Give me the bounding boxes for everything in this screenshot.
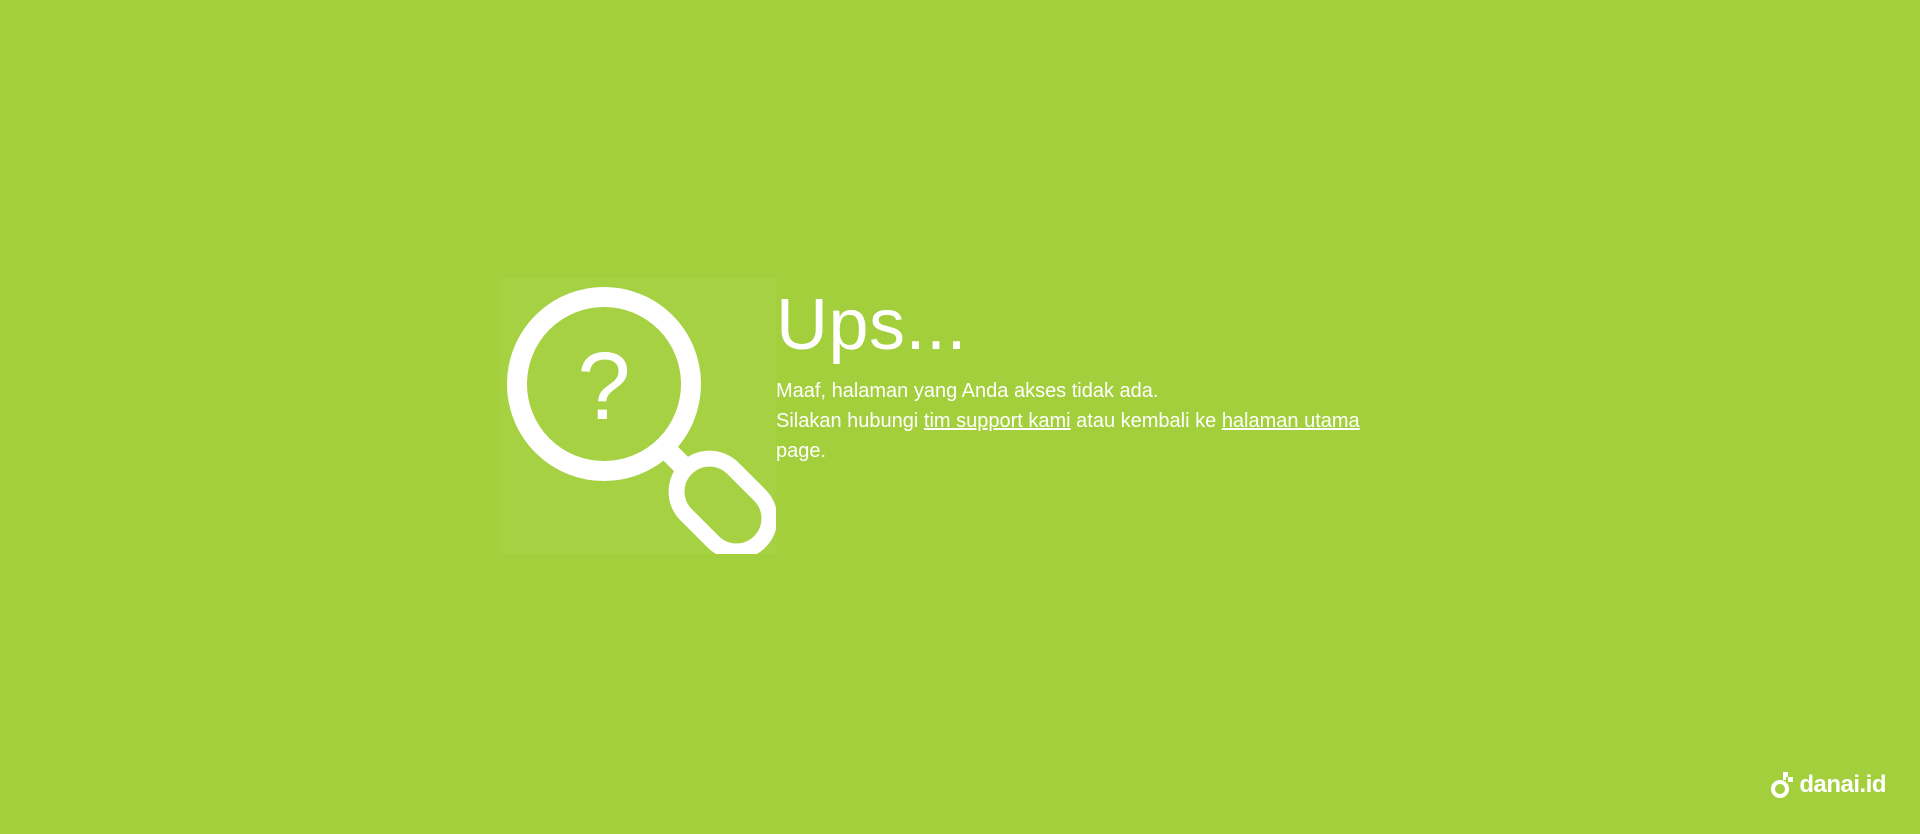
magnifier-question-icon: ? xyxy=(500,278,776,554)
error-description: Maaf, halaman yang Anda akses tidak ada. xyxy=(776,380,1159,402)
help-text-prefix: Silakan hubungi xyxy=(776,410,924,432)
help-text-middle: atau kembali ke xyxy=(1070,410,1222,432)
question-glyph: ? xyxy=(577,333,630,440)
help-text: Silakan hubungi tim support kami atau ke… xyxy=(776,406,1360,436)
brand-logo[interactable]: danai.id xyxy=(1769,770,1886,800)
error-page: ? Ups... Maaf, halaman yang Anda akses t… xyxy=(0,0,1920,834)
error-block: ? Ups... Maaf, halaman yang Anda akses t… xyxy=(500,278,1360,554)
danai-logo-icon xyxy=(1769,770,1797,800)
help-text-suffix: page. xyxy=(776,440,827,462)
page-title: Ups... xyxy=(776,285,968,365)
error-message: Ups... Maaf, halaman yang Anda akses tid… xyxy=(776,278,1360,466)
home-link[interactable]: halaman utama xyxy=(1222,410,1360,432)
support-link[interactable]: tim support kami xyxy=(924,410,1071,432)
brand-name: danai.id xyxy=(1799,771,1886,798)
